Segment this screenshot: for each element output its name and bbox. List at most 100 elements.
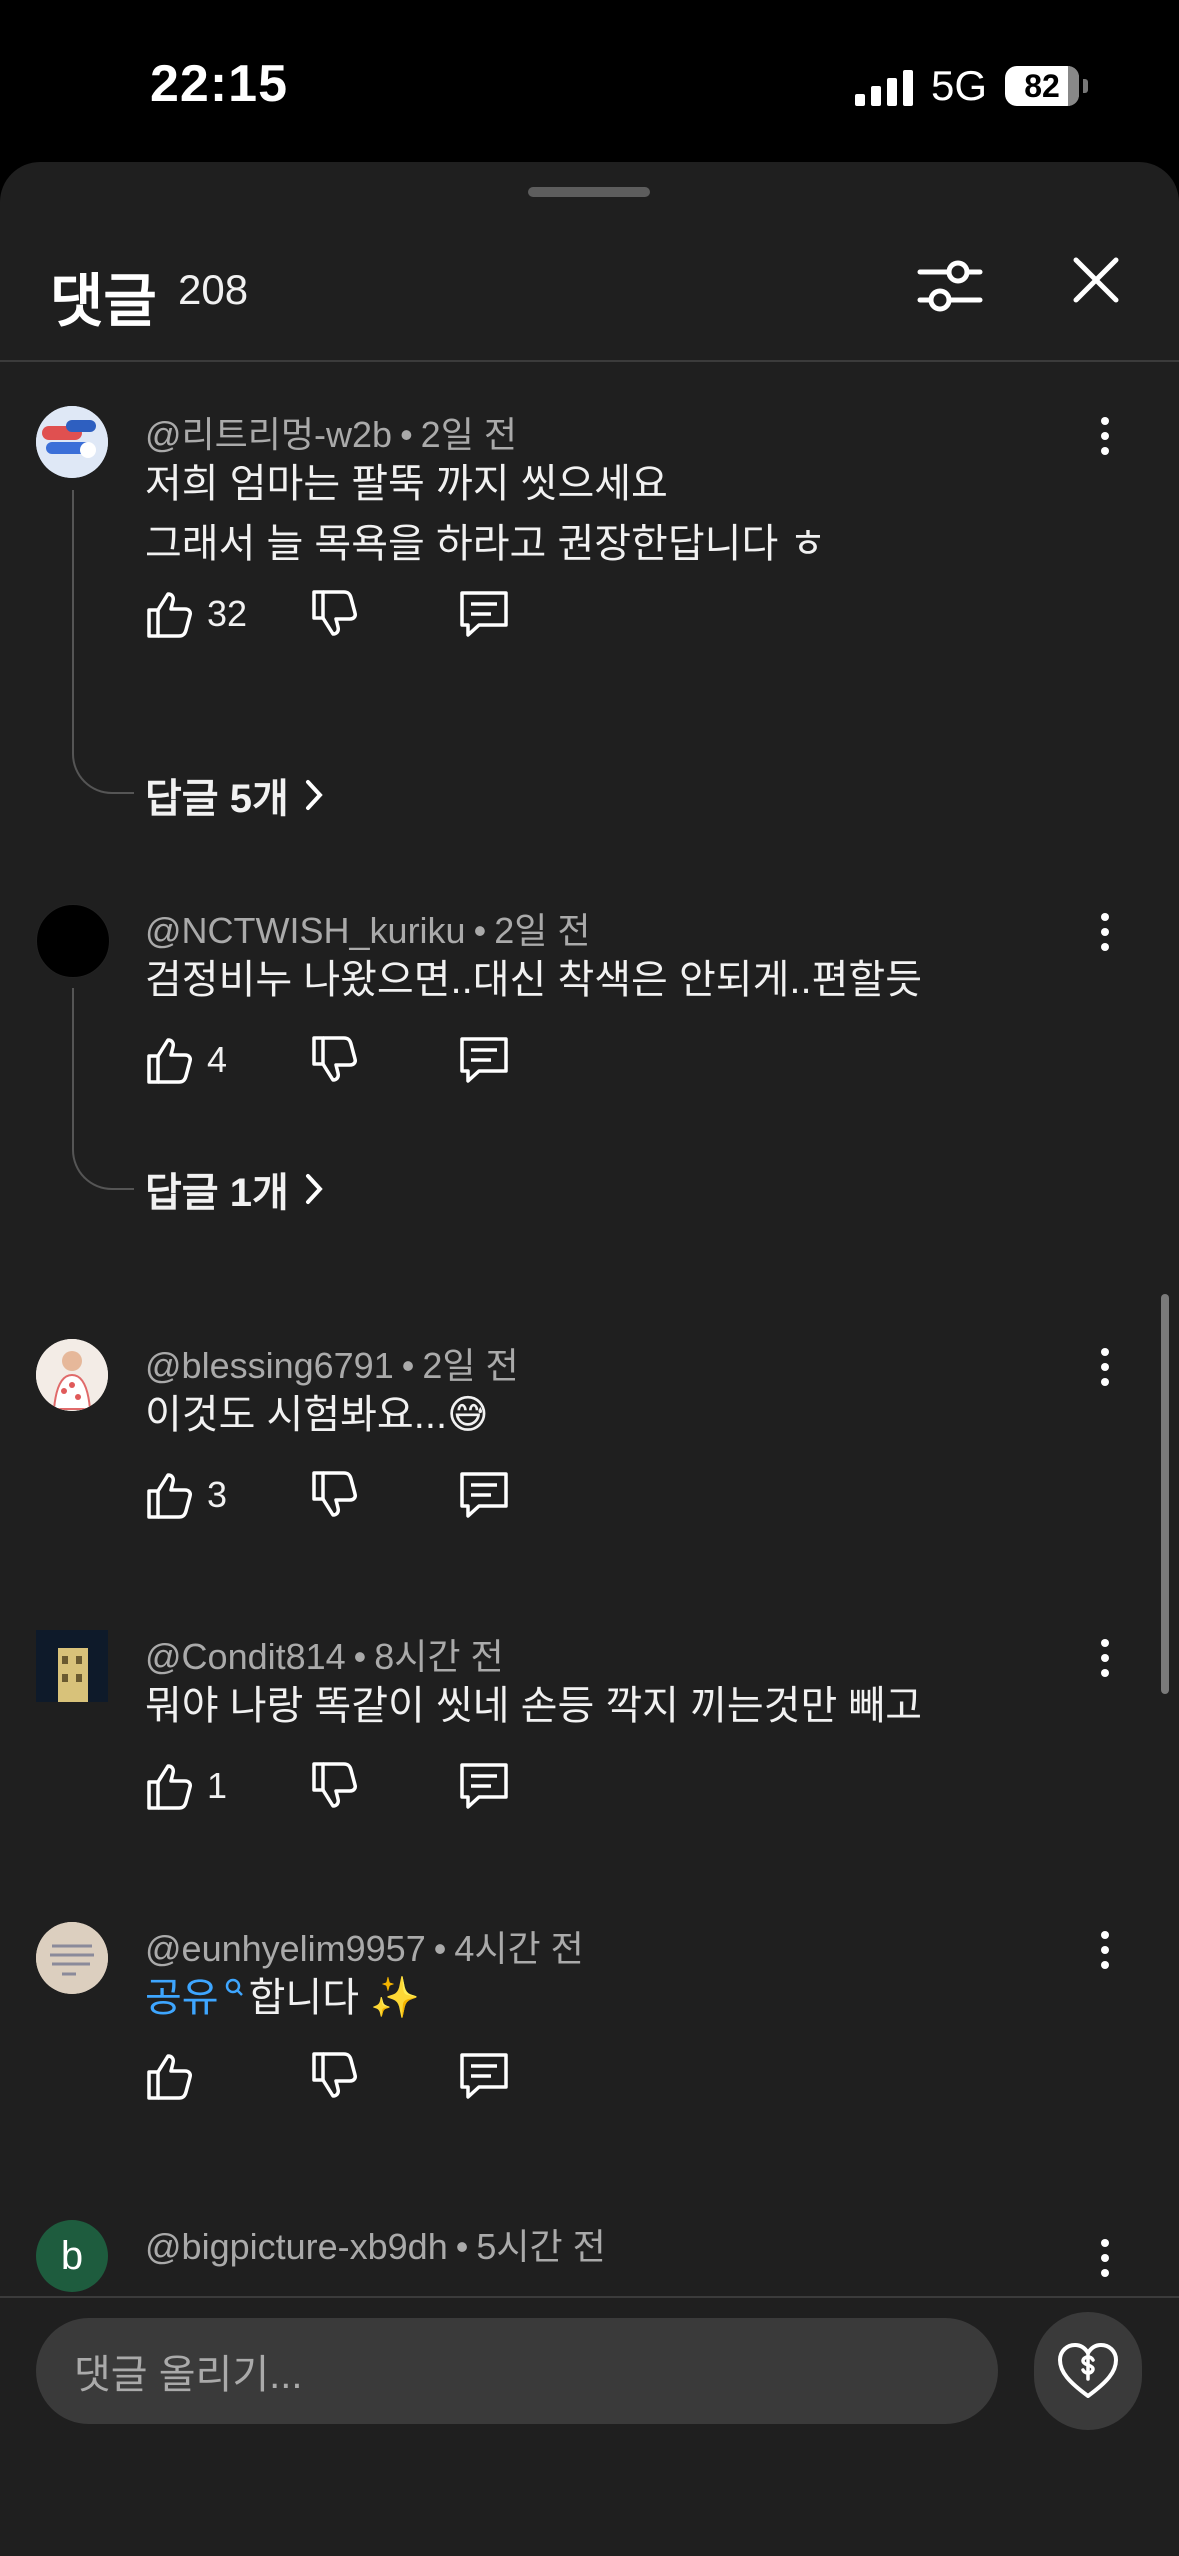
comment-input[interactable]: 댓글 올리기...	[36, 2318, 998, 2424]
thread-line	[72, 988, 134, 1190]
comment-composer: 댓글 올리기...	[0, 2296, 1179, 2556]
comment-author[interactable]: @NCTWISH_kuriku	[145, 910, 466, 951]
comment-line: 뭐야 나랑 똑같이 씻네 손등 깍지 끼는것만 빼고	[145, 1684, 922, 1728]
reply-button[interactable]	[457, 1032, 511, 1088]
avatar[interactable]: b	[36, 2220, 108, 2292]
comment-icon	[460, 1037, 508, 1083]
more-options-button[interactable]	[1090, 1920, 1120, 1980]
comment-meta: @bigpicture-xb9dh • 5시간 전	[145, 2226, 606, 2267]
comment-time: 2일 전	[420, 414, 517, 455]
comment-line: 검정비누 나왔으면..대신 착색은 안되게..편할듯	[145, 958, 922, 1002]
thumbs-down-icon	[312, 2052, 357, 2098]
close-button[interactable]	[1064, 248, 1128, 312]
chevron-right-icon	[305, 1174, 323, 1204]
more-options-button[interactable]	[1090, 406, 1120, 466]
like-count: 4	[207, 1039, 228, 1080]
reply-button[interactable]	[457, 586, 511, 642]
chevron-right-icon	[305, 780, 323, 810]
comment-text: 이것도 시험봐요...😅	[145, 1385, 489, 1445]
avatar[interactable]	[36, 1630, 108, 1702]
more-options-button[interactable]	[1090, 1628, 1120, 1688]
view-replies-button[interactable]: 답글 5개	[145, 766, 325, 824]
avatar-image-icon	[36, 1630, 108, 1702]
comment-line: 그래서 늘 목욕을 하라고 권장한답니다 ㅎ	[145, 522, 827, 566]
comments-count: 208	[178, 266, 249, 313]
more-options-button[interactable]	[1090, 2228, 1120, 2288]
search-link[interactable]: 공유	[145, 1968, 219, 2028]
status-bar: 22:15 5G 82	[0, 0, 1179, 165]
like-button[interactable]: 32	[145, 586, 247, 642]
more-options-button[interactable]	[1090, 902, 1120, 962]
comment-meta: @리트리멍-w2b • 2일 전	[145, 414, 517, 455]
comment-meta: @Condit814 • 8시간 전	[145, 1636, 504, 1677]
comment-author[interactable]: @eunhyelim9957	[145, 1928, 426, 1969]
comment-item: @리트리멍-w2b • 2일 전 저희 엄마는 팔뚝 까지 씻으세요 그래서 늘 목…	[0, 396, 1179, 821]
search-icon	[225, 1978, 243, 1996]
comment-author[interactable]: @bigpicture-xb9dh	[145, 2226, 448, 2267]
avatar[interactable]	[36, 1922, 108, 1994]
thumbs-up-icon	[147, 592, 192, 638]
thumbs-up-icon	[147, 1473, 192, 1519]
comment-time: 2일 전	[422, 1345, 519, 1386]
dislike-button[interactable]	[310, 2048, 362, 2104]
more-options-button[interactable]	[1090, 1337, 1120, 1397]
view-replies-button[interactable]: 답글 1개	[145, 1160, 325, 1218]
dislike-button[interactable]	[310, 1467, 362, 1523]
scrollbar[interactable]	[1161, 1294, 1169, 1694]
comment-actions: 1	[145, 1758, 545, 1818]
super-thanks-button[interactable]	[1034, 2312, 1142, 2430]
heart-dollar-icon	[1058, 2343, 1118, 2398]
dislike-button[interactable]	[310, 1032, 362, 1088]
comment-line: 저희 엄마는 팔뚝 까지 씻으세요	[145, 462, 668, 506]
comment-actions: 32	[145, 586, 545, 646]
comment-icon	[460, 1472, 508, 1518]
thumbs-up-icon	[147, 1764, 192, 1810]
like-count: 32	[207, 593, 248, 634]
comment-icon	[460, 591, 508, 637]
comment-meta: @NCTWISH_kuriku • 2일 전	[145, 910, 591, 951]
comment-item: @NCTWISH_kuriku • 2일 전 검정비누 나왔으면..대신 착색은 안…	[0, 892, 1179, 1252]
replies-label: 답글 1개	[145, 1171, 289, 1215]
dislike-button[interactable]	[310, 586, 362, 642]
comment-author[interactable]: @리트리멍-w2b	[145, 414, 392, 455]
comment-meta: @eunhyelim9957 • 4시간 전	[145, 1928, 584, 1969]
comment-time: 2일 전	[494, 910, 591, 951]
comments-title: 댓글	[50, 269, 157, 334]
thread-line	[72, 490, 134, 794]
comment-actions: 3	[145, 1467, 545, 1527]
comment-text: 검정비누 나왔으면..대신 착색은 안되게..편할듯	[145, 950, 922, 1010]
thumbs-down-icon	[312, 1036, 357, 1082]
comment-author[interactable]: @blessing6791	[145, 1345, 394, 1386]
comment-time: 5시간 전	[476, 2226, 606, 2267]
replies-label: 답글 5개	[145, 777, 289, 821]
comment-text: 저희 엄마는 팔뚝 까지 씻으세요 그래서 늘 목욕을 하라고 권장한답니다 ㅎ	[145, 454, 826, 574]
comment-item: @Condit814 • 8시간 전 뭐야 나랑 똑같이 씻네 손등 깍지 끼는것만…	[0, 1618, 1179, 1868]
like-button[interactable]	[145, 2048, 207, 2104]
avatar-letter: b	[60, 2233, 84, 2278]
sliders-icon	[917, 260, 983, 312]
battery-icon: 82	[1005, 66, 1088, 106]
like-button[interactable]: 4	[145, 1032, 227, 1088]
like-count: 3	[207, 1474, 228, 1515]
like-button[interactable]: 1	[145, 1758, 227, 1814]
avatar[interactable]	[36, 406, 108, 478]
reply-button[interactable]	[457, 2048, 511, 2104]
comments-sheet: 댓글 208 @리트리멍-w2b • 2일 전 저희 엄마는 팔뚝 까지 씻으세…	[0, 162, 1179, 2556]
thumbs-up-icon	[147, 2054, 192, 2100]
avatar-image-icon	[36, 1922, 108, 1994]
comment-item: @blessing6791 • 2일 전 이것도 시험봐요...😅 3	[0, 1327, 1179, 1577]
comment-author[interactable]: @Condit814	[145, 1636, 346, 1677]
filter-button[interactable]	[914, 250, 986, 322]
thumbs-up-icon	[147, 1038, 192, 1084]
reply-button[interactable]	[457, 1467, 511, 1523]
avatar[interactable]	[36, 1339, 108, 1411]
like-button[interactable]: 3	[145, 1467, 227, 1523]
comment-icon	[460, 2053, 508, 2099]
status-time: 22:15	[150, 55, 288, 113]
comment-actions	[145, 2048, 545, 2108]
reply-button[interactable]	[457, 1758, 511, 1814]
dislike-button[interactable]	[310, 1758, 362, 1814]
like-count: 1	[207, 1765, 228, 1806]
network-label: 5G	[930, 62, 987, 109]
avatar[interactable]	[36, 904, 110, 978]
